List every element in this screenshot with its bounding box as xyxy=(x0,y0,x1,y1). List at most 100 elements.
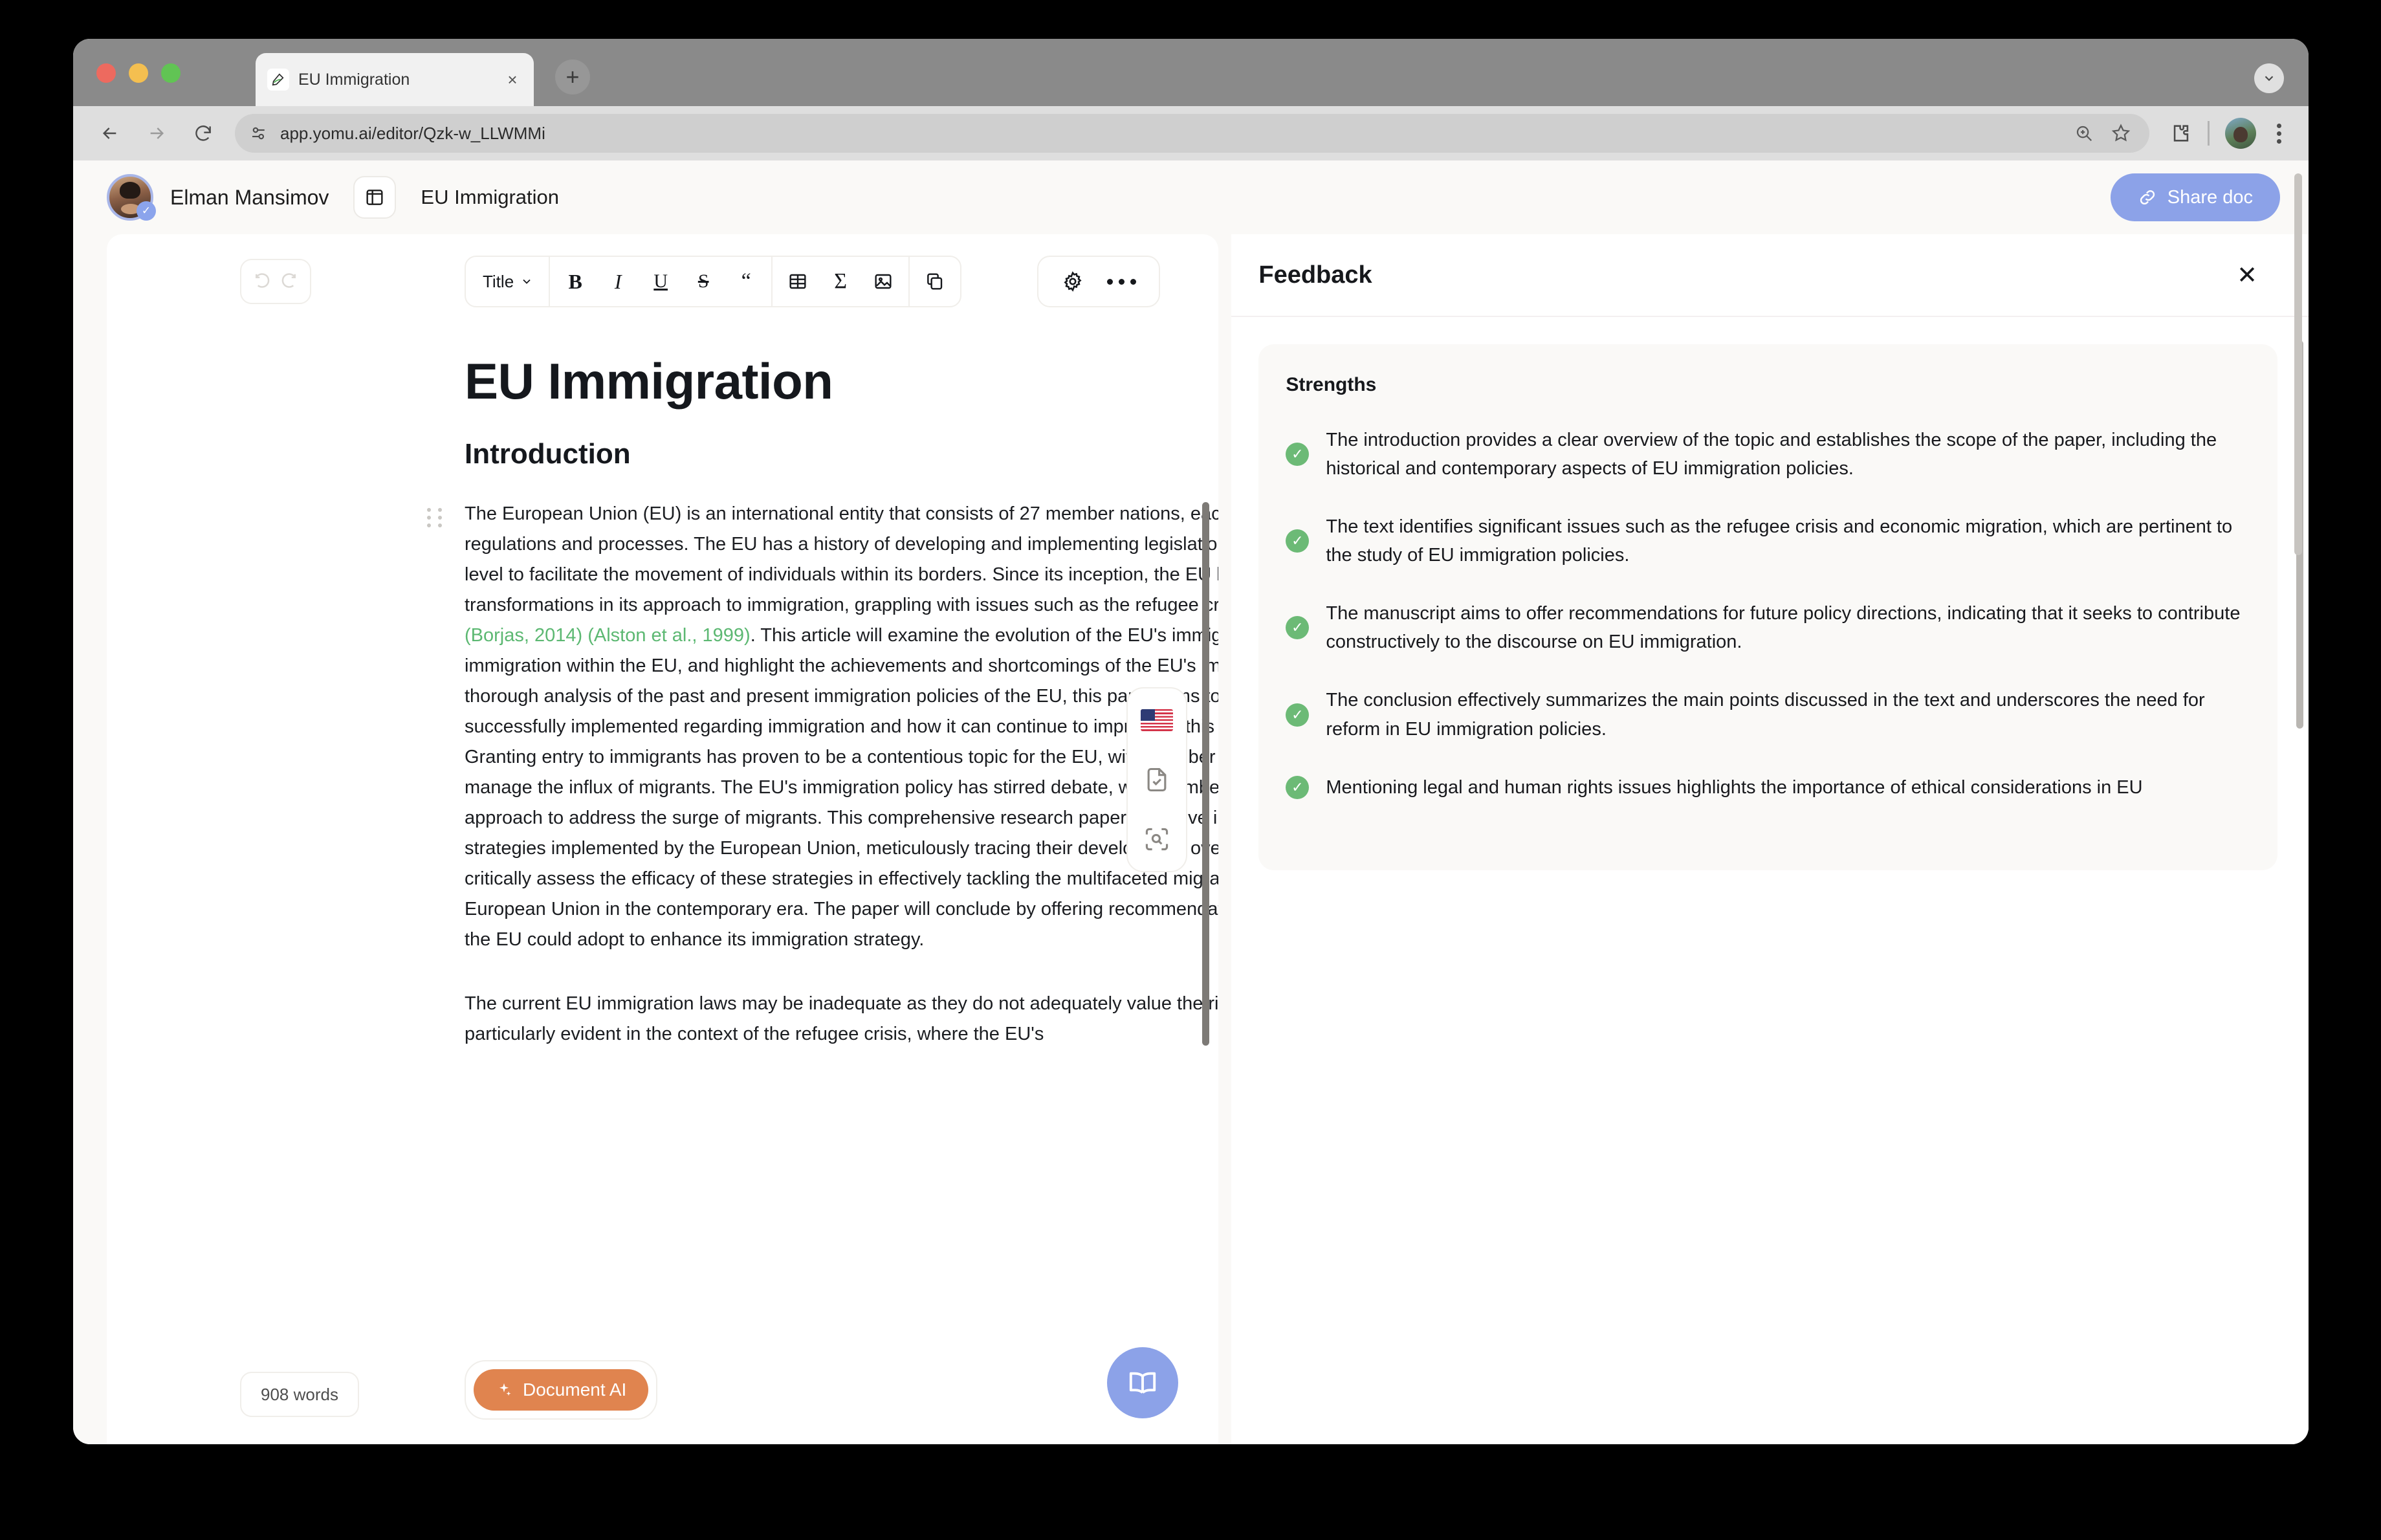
link-icon xyxy=(2138,188,2157,207)
document-check-icon[interactable] xyxy=(1139,762,1174,797)
bookmark-star-icon[interactable] xyxy=(2111,123,2131,144)
feedback-item-text: The text identifies significant issues s… xyxy=(1326,516,2233,566)
tab-close-icon[interactable]: × xyxy=(503,70,522,89)
citation-alston[interactable]: (Alston et al., 1999) xyxy=(587,625,750,646)
page-title: EU Immigration xyxy=(465,353,833,410)
paragraph-2[interactable]: The current EU immigration laws may be i… xyxy=(465,989,1218,1050)
browser-tab-title: EU Immigration xyxy=(298,70,410,89)
avatar[interactable]: ✓ xyxy=(107,174,156,221)
check-circle-icon: ✓ xyxy=(1286,443,1310,467)
document-scrollbar-thumb[interactable] xyxy=(1202,502,1210,1046)
reload-icon[interactable] xyxy=(188,118,218,148)
check-circle-icon: ✓ xyxy=(1286,529,1310,553)
section-heading: Introduction xyxy=(465,438,631,470)
new-tab-button[interactable]: + xyxy=(555,60,590,94)
word-count-badge: 908 words xyxy=(240,1372,359,1417)
toolbar-divider xyxy=(549,257,551,306)
reader-fab-button[interactable] xyxy=(1107,1347,1179,1418)
browser-tab-strip: EU Immigration × + xyxy=(73,39,2309,106)
style-select-value: Title xyxy=(483,271,514,291)
document-scrollbar-track[interactable] xyxy=(1200,424,1211,1444)
app-viewport: ✓ Elman Mansimov EU Immigration Share do… xyxy=(73,160,2309,1444)
bold-button[interactable]: B xyxy=(554,257,597,306)
user-block[interactable]: ✓ Elman Mansimov xyxy=(107,174,329,221)
document-title-header[interactable]: EU Immigration xyxy=(421,186,559,209)
minimize-window-button[interactable] xyxy=(129,63,148,83)
close-window-button[interactable] xyxy=(96,63,116,83)
list-item[interactable]: ✓ The text identifies significant issues… xyxy=(1286,512,2250,569)
image-icon[interactable] xyxy=(862,257,905,306)
feedback-item-text: The conclusion effectively summarizes th… xyxy=(1326,690,2205,740)
copy-icon[interactable] xyxy=(914,257,956,306)
close-icon[interactable]: ✕ xyxy=(2230,258,2265,292)
feedback-item-text: Mentioning legal and human rights issues… xyxy=(1326,776,2143,798)
back-icon[interactable] xyxy=(95,118,125,148)
document-ai-label: Document AI xyxy=(523,1380,627,1400)
panel-layout-icon[interactable] xyxy=(353,176,397,219)
underline-button[interactable]: U xyxy=(639,257,682,306)
document-ai-wrapper: Document AI xyxy=(465,1360,658,1420)
site-settings-icon[interactable] xyxy=(249,124,269,143)
equation-button[interactable]: Σ xyxy=(819,257,862,306)
more-dots-icon[interactable] xyxy=(1106,278,1136,285)
verified-badge-icon: ✓ xyxy=(137,201,156,221)
list-item[interactable]: ✓ The conclusion effectively summarizes … xyxy=(1286,686,2250,743)
language-selector-button[interactable] xyxy=(1139,703,1174,738)
strikethrough-button[interactable]: S xyxy=(682,257,725,306)
paragraph-1-part-2: . This article will examine the evolutio… xyxy=(465,624,1219,950)
forward-icon[interactable] xyxy=(142,118,171,148)
editor-side-rail xyxy=(1126,687,1188,872)
share-doc-button[interactable]: Share doc xyxy=(2110,173,2280,221)
style-select[interactable]: Title xyxy=(470,257,545,306)
zoom-icon[interactable] xyxy=(2074,124,2094,143)
user-name: Elman Mansimov xyxy=(170,185,329,209)
browser-profile-avatar[interactable] xyxy=(2225,118,2256,149)
address-bar-input[interactable]: app.yomu.ai/editor/Qzk-w_LLWMMi xyxy=(235,114,2149,153)
check-circle-icon: ✓ xyxy=(1286,775,1310,799)
browser-menu-icon[interactable] xyxy=(2272,123,2287,144)
share-doc-label: Share doc xyxy=(2167,186,2253,208)
format-toolbar: Title B I U S “ Σ xyxy=(465,256,962,307)
toolbar-divider xyxy=(2208,121,2210,146)
browser-toolbar-right xyxy=(2170,118,2287,149)
redo-icon[interactable] xyxy=(280,272,299,291)
strengths-heading: Strengths xyxy=(1286,374,1377,395)
us-flag-icon xyxy=(1141,709,1174,731)
browser-address-bar: app.yomu.ai/editor/Qzk-w_LLWMMi xyxy=(73,106,2309,160)
strengths-card: Strengths ✓ The introduction provides a … xyxy=(1258,344,2277,870)
editor-card: Title B I U S “ Σ EU Immigration Introdu… xyxy=(107,234,1219,1444)
paragraph-1[interactable]: The European Union (EU) is an internatio… xyxy=(465,499,1218,955)
quote-button[interactable]: “ xyxy=(725,257,767,306)
browser-window: EU Immigration × + app.yomu.ai/editor/Qz… xyxy=(73,39,2309,1444)
app-scrollbar[interactable] xyxy=(2294,173,2302,555)
feedback-panel: Feedback ✕ Strengths ✓ The introduction … xyxy=(1231,234,2309,1444)
check-circle-icon: ✓ xyxy=(1286,616,1310,640)
browser-tab[interactable]: EU Immigration × xyxy=(256,53,534,106)
document-ai-button[interactable]: Document AI xyxy=(474,1369,649,1411)
chevron-down-icon[interactable] xyxy=(2254,63,2284,93)
list-item[interactable]: ✓ The manuscript aims to offer recommend… xyxy=(1286,599,2250,656)
feedback-title: Feedback xyxy=(1258,261,1372,289)
book-icon xyxy=(1126,1366,1159,1400)
list-item[interactable]: ✓ Mentioning legal and human rights issu… xyxy=(1286,773,2250,802)
drag-handle[interactable] xyxy=(427,507,444,529)
citation-borjas[interactable]: (Borjas, 2014) xyxy=(465,625,582,646)
sparkle-icon xyxy=(496,1381,512,1398)
paragraph-block[interactable]: The European Union (EU) is an internatio… xyxy=(427,499,1218,955)
gear-icon[interactable] xyxy=(1062,270,1084,292)
feedback-item-text: The manuscript aims to offer recommendat… xyxy=(1326,603,2241,653)
italic-button[interactable]: I xyxy=(597,257,639,306)
feedback-item-text: The introduction provides a clear overvi… xyxy=(1326,430,2217,479)
address-bar-url: app.yomu.ai/editor/Qzk-w_LLWMMi xyxy=(280,123,545,143)
list-item[interactable]: ✓ The introduction provides a clear over… xyxy=(1286,426,2250,483)
paragraph-1-part-1: The European Union (EU) is an internatio… xyxy=(465,503,1219,615)
table-icon[interactable] xyxy=(776,257,819,306)
window-traffic-lights xyxy=(96,63,181,83)
extensions-icon[interactable] xyxy=(2170,122,2192,144)
maximize-window-button[interactable] xyxy=(161,63,181,83)
undo-icon[interactable] xyxy=(252,272,272,291)
app-header: ✓ Elman Mansimov EU Immigration Share do… xyxy=(73,160,2309,234)
scan-search-icon[interactable] xyxy=(1139,822,1174,857)
feedback-body: Strengths ✓ The introduction provides a … xyxy=(1231,317,2309,1444)
paragraph-block[interactable]: The current EU immigration laws may be i… xyxy=(465,989,1218,1050)
